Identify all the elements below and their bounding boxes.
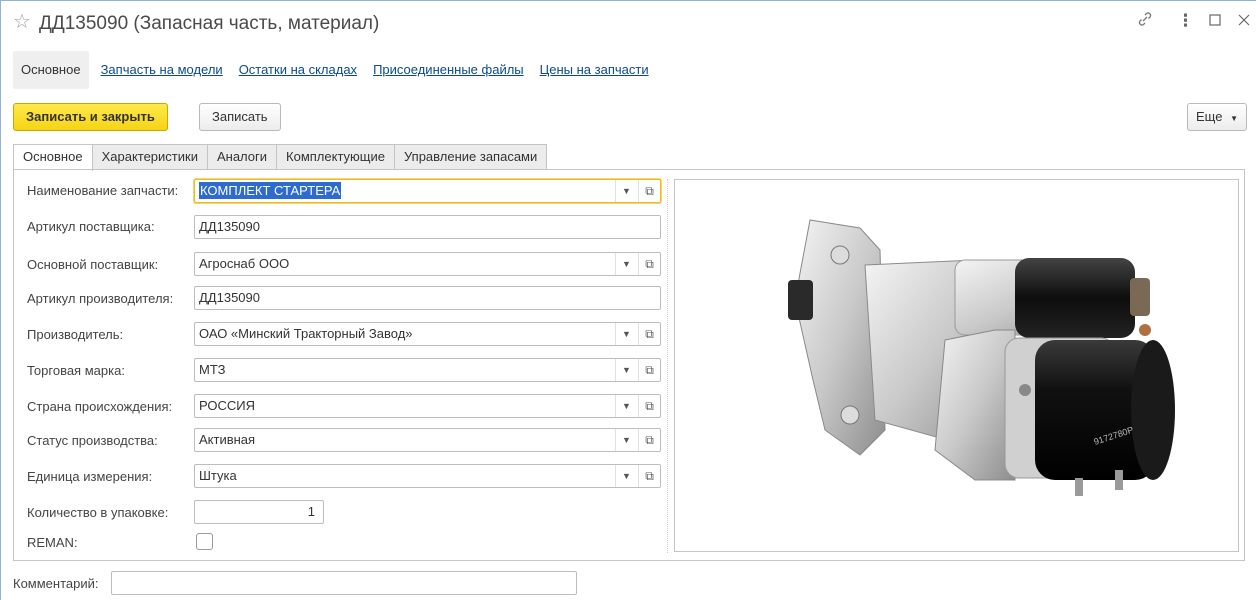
manufacturer-article-label: Артикул производителя: <box>27 291 174 306</box>
tab-characteristics[interactable]: Характеристики <box>91 144 208 170</box>
title-bar: ☆ ДД135090 (Запасная часть, материал) ⋮ <box>1 1 1256 45</box>
nav-prices[interactable]: Цены на запчасти <box>532 51 657 89</box>
tab-components[interactable]: Комплектующие <box>276 144 395 170</box>
open-icon[interactable]: ⧉ <box>638 359 660 381</box>
country-label: Страна происхождения: <box>27 399 173 414</box>
part-name-label: Наименование запчасти: <box>27 183 179 198</box>
main-supplier-label: Основной поставщик: <box>27 257 159 272</box>
nav-part-models[interactable]: Запчасть на модели <box>93 51 231 89</box>
panel-divider <box>13 560 1245 561</box>
form-window: ☆ ДД135090 (Запасная часть, материал) ⋮ … <box>0 0 1256 600</box>
main-supplier-value: Агроснаб ООО <box>199 256 290 271</box>
link-icon[interactable] <box>1137 11 1153 32</box>
reman-label: REMAN: <box>27 535 78 550</box>
comment-label: Комментарий: <box>13 576 99 591</box>
nav-main[interactable]: Основное <box>13 51 89 89</box>
chevron-down-icon[interactable]: ▼ <box>615 465 637 487</box>
chevron-down-icon: ▼ <box>1230 114 1238 123</box>
chevron-down-icon[interactable]: ▼ <box>615 253 637 275</box>
main-supplier-field[interactable]: Агроснаб ООО ▼ ⧉ <box>194 252 661 276</box>
open-icon[interactable]: ⧉ <box>638 395 660 417</box>
brand-value: МТЗ <box>199 362 226 377</box>
country-value: РОССИЯ <box>199 398 256 413</box>
part-name-value: КОМПЛЕКТ СТАРТЕРА <box>199 182 342 199</box>
part-name-field[interactable]: КОМПЛЕКТ СТАРТЕРА ▼ ⧉ <box>194 179 661 203</box>
brand-label: Торговая марка: <box>27 363 125 378</box>
supplier-article-label: Артикул поставщика: <box>27 219 155 234</box>
qty-pack-field[interactable]: 1 <box>194 500 324 524</box>
star-icon[interactable]: ☆ <box>13 12 31 32</box>
more-actions-button[interactable]: Еще ▼ <box>1187 103 1247 131</box>
close-icon[interactable] <box>1238 11 1250 31</box>
manufacturer-label: Производитель: <box>27 327 124 342</box>
more-actions-label: Еще <box>1196 109 1223 124</box>
chevron-down-icon[interactable]: ▼ <box>615 180 637 202</box>
open-icon[interactable]: ⧉ <box>638 465 660 487</box>
nav-attached-files[interactable]: Присоединенные файлы <box>365 51 532 89</box>
country-field[interactable]: РОССИЯ ▼ ⧉ <box>194 394 661 418</box>
part-image[interactable]: 9172780P <box>674 179 1239 552</box>
save-button[interactable]: Записать <box>199 103 281 131</box>
tab-analogs[interactable]: Аналоги <box>206 144 278 170</box>
chevron-down-icon[interactable]: ▼ <box>615 429 637 451</box>
tab-main[interactable]: Основное <box>13 144 93 171</box>
reman-checkbox[interactable] <box>196 533 213 550</box>
manufacturer-article-field[interactable]: ДД135090 <box>194 286 661 310</box>
section-nav: Основное Запчасть на модели Остатки на с… <box>13 51 657 89</box>
maximize-icon[interactable] <box>1209 11 1221 31</box>
column-separator <box>667 179 668 553</box>
manufacturer-field[interactable]: ОАО «Минский Тракторный Завод» ▼ ⧉ <box>194 322 661 346</box>
more-icon[interactable]: ⋮ <box>1177 11 1194 31</box>
chevron-down-icon[interactable]: ▼ <box>615 323 637 345</box>
supplier-article-field[interactable]: ДД135090 <box>194 215 661 239</box>
status-value: Активная <box>199 432 256 447</box>
open-icon[interactable]: ⧉ <box>638 180 660 202</box>
unit-field[interactable]: Штука ▼ ⧉ <box>194 464 661 488</box>
status-label: Статус производства: <box>27 433 158 448</box>
unit-label: Единица измерения: <box>27 469 153 484</box>
manufacturer-value: ОАО «Минский Тракторный Завод» <box>199 326 413 341</box>
qty-pack-label: Количество в упаковке: <box>27 505 169 520</box>
chevron-down-icon[interactable]: ▼ <box>615 395 637 417</box>
open-icon[interactable]: ⧉ <box>638 323 660 345</box>
tab-bar: Основное Характеристики Аналоги Комплект… <box>13 144 548 171</box>
open-icon[interactable]: ⧉ <box>638 253 660 275</box>
window-title: ДД135090 (Запасная часть, материал) <box>39 13 380 34</box>
unit-value: Штука <box>199 468 237 483</box>
starter-motor-image: 9172780P <box>788 219 1175 496</box>
save-and-close-button[interactable]: Записать и закрыть <box>13 103 168 131</box>
open-icon[interactable]: ⧉ <box>638 429 660 451</box>
brand-field[interactable]: МТЗ ▼ ⧉ <box>194 358 661 382</box>
status-field[interactable]: Активная ▼ ⧉ <box>194 428 661 452</box>
tab-inventory-management[interactable]: Управление запасами <box>393 144 548 170</box>
nav-stock[interactable]: Остатки на складах <box>231 51 365 89</box>
chevron-down-icon[interactable]: ▼ <box>615 359 637 381</box>
comment-field[interactable] <box>111 571 577 595</box>
